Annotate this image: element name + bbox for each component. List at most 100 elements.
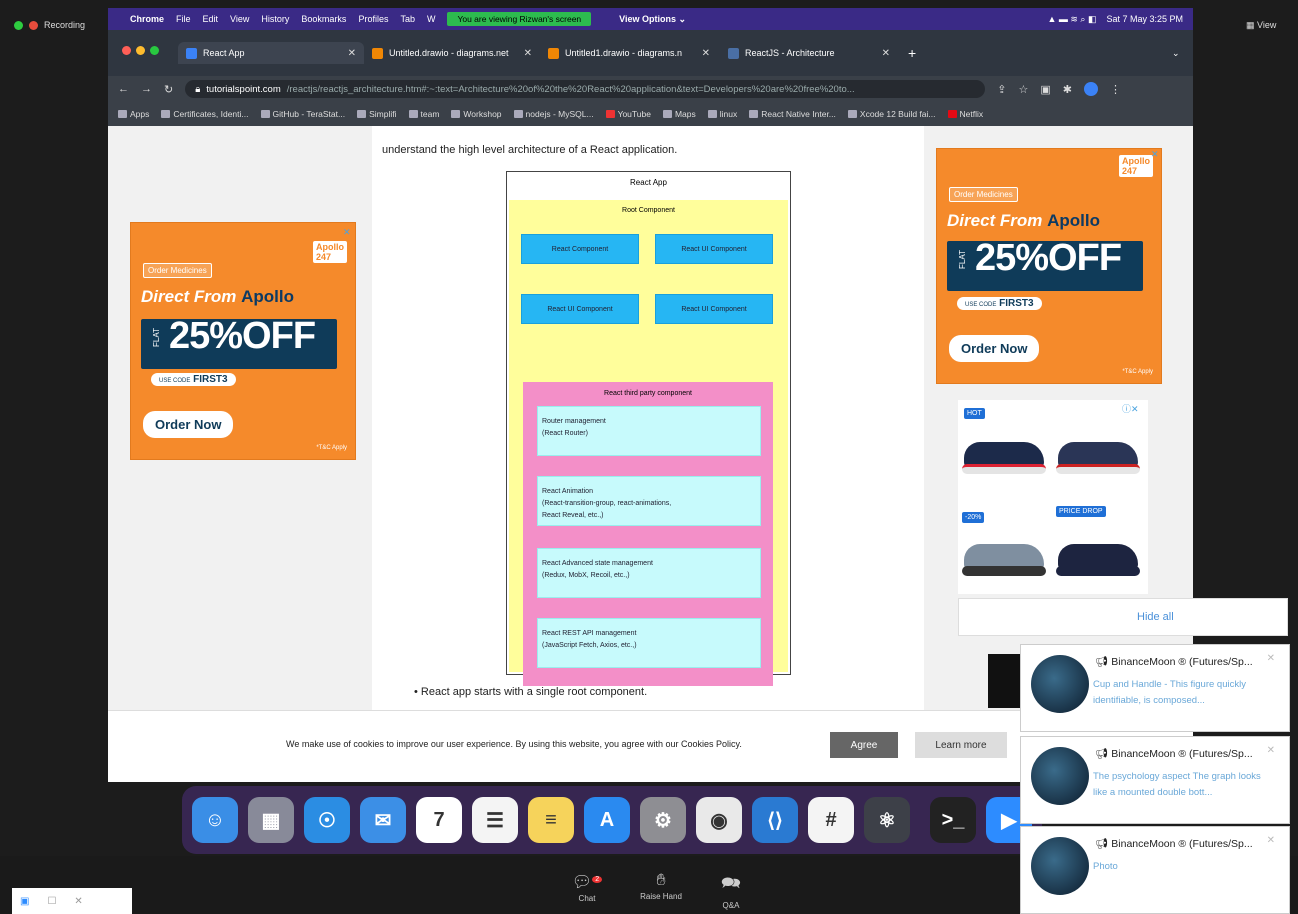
close-icon[interactable]: ✕ (1267, 653, 1275, 664)
bookmark-item[interactable]: linux (707, 109, 737, 119)
shoe-image[interactable] (960, 524, 1048, 584)
order-now-button[interactable]: Order Now (949, 335, 1040, 362)
bookmark-item[interactable]: GitHub - TeraStat... (260, 109, 345, 119)
root-component-box: Root Component React Component React UI … (509, 200, 788, 686)
chat-button[interactable]: 💬︎ 2 Chat (562, 872, 612, 903)
bookmark-item[interactable]: nodejs - MySQL... (513, 109, 594, 119)
menu-tab[interactable]: Tab (400, 14, 415, 24)
maximize-window-icon[interactable] (150, 46, 159, 55)
apollo-ad-left[interactable]: Apollo 247 ✕ Order Medicines Direct From … (130, 222, 356, 460)
hide-all-button[interactable]: Hide all (958, 598, 1288, 636)
bookmark-item[interactable]: Maps (662, 109, 696, 119)
dark-overlay-block (988, 654, 1024, 708)
mail-icon[interactable]: ✉ (360, 797, 406, 843)
bookmark-item[interactable]: Certificates, Identi... (161, 109, 249, 119)
third-party-title: React third party component (604, 390, 692, 397)
menu-history[interactable]: History (261, 14, 289, 24)
notification-card[interactable]: 📢︎ BinanceMoon ® (Futures/Sp... Cup and … (1020, 644, 1290, 732)
tab-reactjs-architecture[interactable]: ReactJS - Architecture ✕ (720, 42, 898, 64)
bookmark-item[interactable]: Workshop (451, 109, 502, 119)
zoom-mini-toolbar[interactable]: ▣ ☐ ✕ (12, 888, 132, 914)
logo-top-text: Apollo (1122, 156, 1150, 166)
bookmark-item[interactable]: Netflix (947, 109, 983, 119)
ad-close-icon[interactable]: ✕ (343, 227, 351, 238)
zoom-app-icon[interactable]: ▣ (20, 896, 29, 907)
menu-profiles[interactable]: Profiles (358, 14, 388, 24)
forward-arrow-icon[interactable]: → (141, 83, 152, 95)
tab-search-chevron-icon[interactable]: ⌄ (1164, 42, 1188, 64)
qa-button[interactable]: 🗪︎ Q&A (706, 872, 756, 910)
menu-window[interactable]: W (427, 14, 436, 24)
close-window-icon[interactable] (122, 46, 131, 55)
tab-untitled-drawio[interactable]: Untitled.drawio - diagrams.net ✕ (364, 42, 540, 64)
profile-avatar-icon[interactable] (1083, 82, 1098, 96)
new-tab-button[interactable]: + (900, 42, 924, 64)
calendar-icon[interactable]: 7 (416, 797, 462, 843)
apple-icon (161, 110, 171, 118)
atom-icon[interactable]: ⚛ (864, 797, 910, 843)
menu-app-name[interactable]: Chrome (130, 14, 164, 24)
notification-card[interactable]: 📢︎ BinanceMoon ® (Futures/Sp... The psyc… (1020, 736, 1290, 824)
view-options-button[interactable]: View Options ⌄ (619, 14, 686, 25)
finder-icon[interactable]: ☺ (192, 797, 238, 843)
raise-hand-button[interactable]: ✋︎ Raise Hand (636, 872, 686, 901)
url-bar[interactable]: 🔒︎ tutorialspoint.com/reactjs/reactjs_ar… (185, 80, 986, 98)
bookmark-item[interactable]: Apps (118, 109, 149, 119)
slack-icon[interactable]: # (808, 797, 854, 843)
ad-close-icon[interactable]: ⓘ✕ (1122, 402, 1139, 415)
chrome-icon[interactable]: ◉ (696, 797, 742, 843)
notification-card[interactable]: 📢︎ BinanceMoon ® (Futures/Sp... Photo ✕ (1020, 826, 1290, 914)
order-now-button[interactable]: Order Now (143, 411, 234, 438)
reload-icon[interactable]: ↻ (164, 83, 173, 96)
share-icon[interactable]: ⇪ (997, 83, 1006, 96)
apollo-ad-right[interactable]: Apollo 247 ✕ Order Medicines Direct From … (936, 148, 1162, 384)
puzzle-icon[interactable]: ✱ (1063, 83, 1072, 96)
menu-view[interactable]: View (230, 14, 249, 24)
back-arrow-icon[interactable]: ← (118, 83, 129, 95)
crocs-ad[interactable]: ⓘ✕ HOT -20% PRICE DROP (958, 400, 1148, 594)
menu-bookmarks[interactable]: Bookmarks (301, 14, 346, 24)
terminal-icon[interactable]: >_ (930, 797, 976, 843)
bullet-icon: • (414, 686, 418, 698)
square-icon[interactable]: ☐ (47, 896, 56, 907)
react-favicon-icon (186, 47, 197, 59)
bookmark-label: Simplifi (369, 109, 397, 119)
learn-more-button[interactable]: Learn more (915, 732, 1007, 758)
shoe-image[interactable] (960, 422, 1048, 482)
shoe-image[interactable] (1054, 524, 1142, 584)
extension-icon[interactable]: ▣ (1040, 83, 1050, 96)
discount-badge: -20% (962, 512, 985, 523)
star-icon[interactable]: ☆ (1018, 83, 1028, 96)
menu-kebab-icon[interactable]: ⋮ (1110, 83, 1121, 96)
close-icon[interactable]: ✕ (74, 896, 82, 907)
safari-icon[interactable]: ☉ (304, 797, 350, 843)
close-tab-icon[interactable]: ✕ (524, 48, 532, 59)
close-tab-icon[interactable]: ✕ (702, 48, 710, 59)
close-icon[interactable]: ✕ (1267, 835, 1275, 846)
ad-close-icon[interactable]: ✕ (1151, 149, 1159, 160)
close-icon[interactable]: ✕ (1267, 745, 1275, 756)
close-tab-icon[interactable]: ✕ (348, 48, 356, 59)
menu-edit[interactable]: Edit (203, 14, 219, 24)
reminders-icon[interactable]: ☰ (472, 797, 518, 843)
minimize-window-icon[interactable] (136, 46, 145, 55)
app-store-icon[interactable]: A (584, 797, 630, 843)
hand-icon: ✋︎ (656, 872, 666, 889)
bookmark-item[interactable]: Xcode 12 Build fai... (847, 109, 936, 119)
agree-button[interactable]: Agree (830, 732, 898, 758)
folder-icon (707, 110, 717, 118)
launchpad-icon[interactable]: ▦ (248, 797, 294, 843)
close-tab-icon[interactable]: ✕ (882, 48, 890, 59)
bookmark-item[interactable]: team (408, 109, 439, 119)
tab-react-app[interactable]: React App ✕ (178, 42, 364, 64)
vscode-icon[interactable]: ⟨⟩ (752, 797, 798, 843)
tab-untitled1-drawio[interactable]: Untitled1.drawio - diagrams.n ✕ (540, 42, 718, 64)
shoe-image[interactable] (1054, 422, 1142, 482)
bookmark-item[interactable]: React Native Inter... (749, 109, 836, 119)
bookmark-item[interactable]: Simplifi (357, 109, 397, 119)
system-preferences-icon[interactable]: ⚙ (640, 797, 686, 843)
notes-icon[interactable]: ≡ (528, 797, 574, 843)
bookmark-item[interactable]: YouTube (605, 109, 651, 119)
menu-file[interactable]: File (176, 14, 191, 24)
zoom-view-button[interactable]: ▦ View (1246, 20, 1276, 31)
